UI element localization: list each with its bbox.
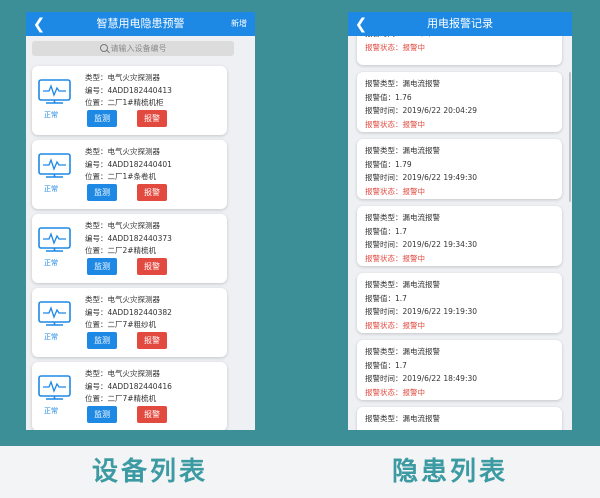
alarm-time: 报警时间：2019/6/22 18:49:30 bbox=[365, 374, 478, 383]
device-card[interactable]: 正常 类型：电气火灾探测器 编号：4ADD182440416 位置：二厂7#精梳… bbox=[32, 362, 227, 430]
device-type: 类型：电气火灾探测器 bbox=[85, 147, 160, 156]
monitor-device-icon bbox=[38, 301, 71, 326]
device-info: 类型：电气火灾探测器 编号：4ADD182440373 位置：二厂2#精梳机 bbox=[85, 220, 172, 258]
monitor-button[interactable]: 监测 bbox=[87, 332, 117, 349]
alarm-record-card[interactable]: 报警类型：漏电流报警 报警值：1.79 报警时间：2019/6/22 19:49… bbox=[357, 139, 562, 199]
device-list-screen: ❮ 智慧用电隐患预警 新增 请输入设备编号 正常 类型：电气火灾探测器 编号：4… bbox=[26, 12, 255, 430]
device-card[interactable]: 正常 类型：电气火灾探测器 编号：4ADD182440382 位置：二厂7#粗纱… bbox=[32, 288, 227, 357]
caption-hazard-list: 隐患列表 bbox=[391, 457, 508, 487]
alarm-type: 报警类型：漏电流报警 bbox=[365, 79, 440, 88]
monitor-button[interactable]: 监测 bbox=[87, 184, 117, 201]
device-status: 正常 bbox=[44, 259, 58, 267]
device-location: 位置：二厂1#条卷机 bbox=[85, 172, 157, 181]
device-code: 编号：4ADD182440401 bbox=[85, 159, 172, 169]
device-type: 类型：电气火灾探测器 bbox=[85, 295, 160, 304]
alarm-record-card[interactable]: 报警类型：漏电流报警 报警值：1.7 报警时间：2019/6/22 18:49:… bbox=[357, 340, 562, 400]
alarm-type: 报警类型：漏电流报警 bbox=[365, 213, 440, 222]
alarm-topbar: ❮ 用电报警记录 bbox=[348, 12, 572, 36]
alarm-record-card[interactable]: 报警类型：漏电流报警 报警值：1.7 报警时间：2019/6/22 19:19:… bbox=[357, 273, 562, 333]
alarm-value: 报警值：1.7 bbox=[365, 360, 407, 370]
alarm-record-card[interactable]: 报警类型：漏电流报警 bbox=[357, 407, 562, 430]
alarm-time: 报警时间：2019/6/22 19:19:30 bbox=[365, 307, 478, 316]
device-location: 位置：二厂7#粗纱机 bbox=[85, 320, 157, 329]
device-status: 正常 bbox=[44, 407, 58, 415]
device-info: 类型：电气火灾探测器 编号：4ADD182440416 位置：二厂7#精梳机 bbox=[85, 368, 172, 406]
alarm-record-list: 报警时间：2019/6/22 20:19:28 报警状态：报警中 报警类型：漏电… bbox=[357, 22, 562, 430]
device-location: 位置：二厂1#精梳机柜 bbox=[85, 98, 164, 107]
alarm-value: 报警值：1.76 bbox=[365, 92, 412, 102]
device-card[interactable]: 正常 类型：电气火灾探测器 编号：4ADD182440413 位置：二厂1#精梳… bbox=[32, 66, 227, 135]
alarm-button[interactable]: 报警 bbox=[137, 110, 167, 127]
alarm-record-card[interactable]: 报警类型：漏电流报警 报警值：1.7 报警时间：2019/6/22 19:34:… bbox=[357, 206, 562, 266]
device-location: 位置：二厂2#精梳机 bbox=[85, 246, 157, 255]
search-icon bbox=[99, 44, 108, 52]
monitor-button[interactable]: 监测 bbox=[87, 258, 117, 275]
device-card[interactable]: 正常 类型：电气火灾探测器 编号：4ADD182440401 位置：二厂1#条卷… bbox=[32, 140, 227, 209]
alarm-record-screen: 报警时间：2019/6/22 20:19:28 报警状态：报警中 报警类型：漏电… bbox=[348, 12, 572, 430]
device-list: 正常 类型：电气火灾探测器 编号：4ADD182440413 位置：二厂1#精梳… bbox=[32, 66, 255, 430]
device-info: 类型：电气火灾探测器 编号：4ADD182440413 位置：二厂1#精梳机柜 bbox=[85, 72, 172, 110]
alarm-state: 报警状态：报警中 bbox=[365, 320, 425, 330]
alarm-state: 报警状态：报警中 bbox=[365, 119, 425, 129]
monitor-device-icon bbox=[38, 153, 71, 178]
alarm-state: 报警状态：报警中 bbox=[365, 387, 425, 397]
device-status: 正常 bbox=[44, 333, 58, 341]
alarm-button[interactable]: 报警 bbox=[137, 406, 167, 423]
alarm-state: 报警状态：报警中 bbox=[365, 42, 425, 52]
device-type: 类型：电气火灾探测器 bbox=[85, 221, 160, 230]
alarm-time: 报警时间：2019/6/22 19:34:30 bbox=[365, 240, 478, 249]
device-type: 类型：电气火灾探测器 bbox=[85, 369, 160, 378]
device-code: 编号：4ADD182440413 bbox=[85, 85, 172, 95]
device-type: 类型：电气火灾探测器 bbox=[85, 73, 160, 82]
device-code: 编号：4ADD182440373 bbox=[85, 233, 172, 243]
search-placeholder: 请输入设备编号 bbox=[110, 44, 167, 53]
alarm-type: 报警类型：漏电流报警 bbox=[365, 280, 440, 289]
device-status: 正常 bbox=[44, 111, 58, 119]
alarm-state: 报警状态：报警中 bbox=[365, 186, 425, 196]
alarm-type: 报警类型：漏电流报警 bbox=[365, 347, 440, 356]
monitor-device-icon bbox=[38, 79, 71, 104]
scrollbar[interactable] bbox=[569, 72, 571, 202]
alarm-value: 报警值：1.7 bbox=[365, 293, 407, 303]
page-title: 用电报警记录 bbox=[427, 17, 493, 30]
alarm-button[interactable]: 报警 bbox=[137, 184, 167, 201]
alarm-time: 报警时间：2019/6/22 19:49:30 bbox=[365, 173, 478, 182]
alarm-type: 报警类型：漏电流报警 bbox=[365, 146, 440, 155]
device-info: 类型：电气火灾探测器 编号：4ADD182440382 位置：二厂7#粗纱机 bbox=[85, 294, 172, 332]
search-input[interactable]: 请输入设备编号 bbox=[32, 41, 234, 56]
alarm-record-card[interactable]: 报警类型：漏电流报警 报警值：1.76 报警时间：2019/6/22 20:04… bbox=[357, 72, 562, 132]
device-info: 类型：电气火灾探测器 编号：4ADD182440401 位置：二厂1#条卷机 bbox=[85, 146, 172, 184]
device-topbar: ❮ 智慧用电隐患预警 新增 bbox=[26, 12, 255, 36]
alarm-value: 报警值：1.79 bbox=[365, 159, 412, 169]
page-title: 智慧用电隐患预警 bbox=[96, 17, 185, 30]
device-location: 位置：二厂7#精梳机 bbox=[85, 394, 157, 403]
caption-device-list: 设备列表 bbox=[91, 457, 208, 487]
device-status: 正常 bbox=[44, 185, 58, 193]
alarm-value: 报警值：1.7 bbox=[365, 226, 407, 236]
monitor-device-icon bbox=[38, 375, 71, 400]
alarm-state: 报警状态：报警中 bbox=[365, 253, 425, 263]
alarm-time: 报警时间：2019/6/22 20:04:29 bbox=[365, 106, 478, 115]
alarm-button[interactable]: 报警 bbox=[137, 332, 167, 349]
add-device-button[interactable]: 新增 bbox=[231, 12, 247, 36]
device-code: 编号：4ADD182440382 bbox=[85, 307, 172, 317]
monitor-button[interactable]: 监测 bbox=[87, 110, 117, 127]
device-code: 编号：4ADD182440416 bbox=[85, 381, 172, 391]
monitor-button[interactable]: 监测 bbox=[87, 406, 117, 423]
device-card[interactable]: 正常 类型：电气火灾探测器 编号：4ADD182440373 位置：二厂2#精梳… bbox=[32, 214, 227, 283]
alarm-button[interactable]: 报警 bbox=[137, 258, 167, 275]
alarm-type: 报警类型：漏电流报警 bbox=[365, 414, 440, 423]
monitor-device-icon bbox=[38, 227, 71, 252]
